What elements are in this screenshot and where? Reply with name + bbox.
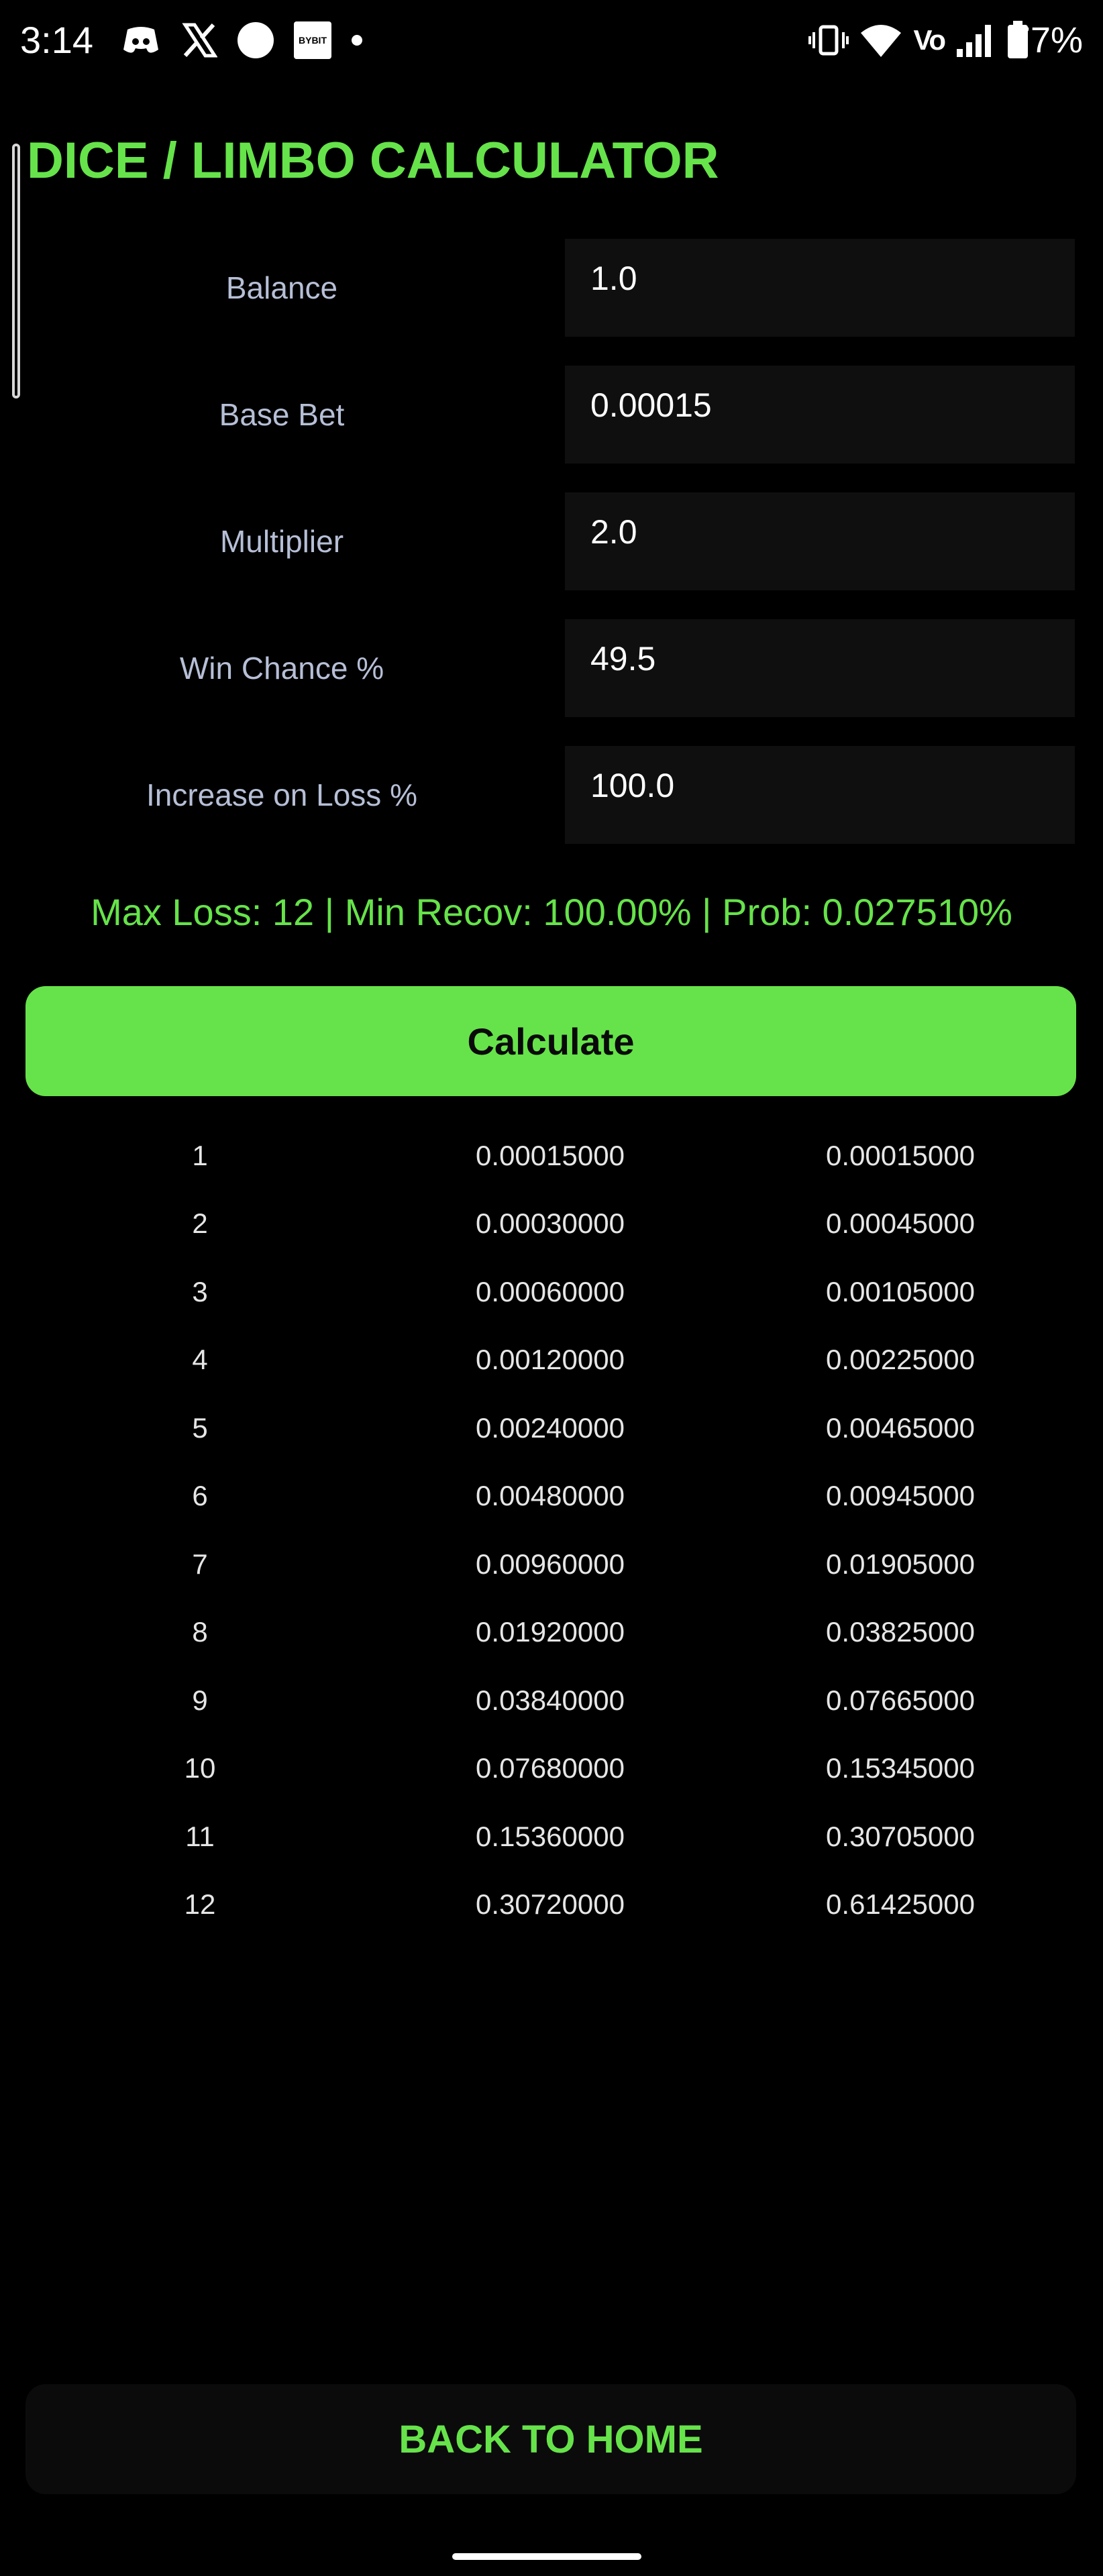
total-cell: 0.00015000 xyxy=(826,1139,975,1171)
status-bar: 3:14 BYBIT Vo 77% xyxy=(0,0,1103,80)
step-cell: 6 xyxy=(192,1480,208,1512)
step-cell: 7 xyxy=(192,1548,208,1580)
total-cell: 0.30705000 xyxy=(826,1820,975,1852)
back-to-home-button[interactable]: BACK TO HOME xyxy=(25,2384,1076,2494)
base-bet-row: Base Bet xyxy=(0,366,1103,464)
signal-icon xyxy=(955,22,996,58)
notification-icons: BYBIT xyxy=(121,17,362,63)
table-row: 8 0.01920000 0.03825000 xyxy=(0,1599,1103,1667)
calculate-button[interactable]: Calculate xyxy=(25,986,1076,1096)
multiplier-input[interactable] xyxy=(565,492,1075,590)
table-row: 5 0.00240000 0.00465000 xyxy=(0,1394,1103,1462)
bet-cell: 0.30720000 xyxy=(476,1888,625,1921)
bet-cell: 0.00480000 xyxy=(476,1480,625,1512)
win-chance-input[interactable] xyxy=(565,619,1075,717)
bet-cell: 0.15360000 xyxy=(476,1820,625,1852)
gesture-navigation-bar[interactable] xyxy=(452,2553,641,2560)
step-cell: 2 xyxy=(192,1208,208,1240)
total-cell: 0.00465000 xyxy=(826,1411,975,1444)
increase-on-loss-row: Increase on Loss % xyxy=(0,746,1103,844)
multiplier-row: Multiplier xyxy=(0,492,1103,590)
win-chance-label: Win Chance % xyxy=(179,651,384,686)
increase-on-loss-input[interactable] xyxy=(565,746,1075,844)
total-cell: 0.00945000 xyxy=(826,1480,975,1512)
system-icons: Vo xyxy=(808,17,1029,63)
step-cell: 1 xyxy=(192,1139,208,1171)
total-cell: 0.61425000 xyxy=(826,1888,975,1921)
x-icon xyxy=(181,22,217,58)
step-cell: 5 xyxy=(192,1411,208,1444)
bet-cell: 0.00060000 xyxy=(476,1275,625,1307)
bet-cell: 0.01920000 xyxy=(476,1616,625,1648)
circle-icon xyxy=(238,22,274,58)
battery-percent: 77% xyxy=(1010,20,1083,60)
summary-text: Max Loss: 12 | Min Recov: 100.00% | Prob… xyxy=(91,891,1012,933)
table-row: 10 0.07680000 0.15345000 xyxy=(0,1735,1103,1803)
increase-on-loss-label: Increase on Loss % xyxy=(146,777,417,812)
table-row: 6 0.00480000 0.00945000 xyxy=(0,1462,1103,1531)
volte-icon: Vo xyxy=(913,24,946,56)
step-cell: 9 xyxy=(192,1684,208,1716)
table-row: 3 0.00060000 0.00105000 xyxy=(0,1258,1103,1326)
results-table: 1 0.00015000 0.00015000 2 0.00030000 0.0… xyxy=(0,1122,1103,1939)
table-row: 11 0.15360000 0.30705000 xyxy=(0,1803,1103,1871)
bet-cell: 0.00960000 xyxy=(476,1548,625,1580)
total-cell: 0.07665000 xyxy=(826,1684,975,1716)
dot-icon xyxy=(352,35,362,46)
bet-cell: 0.00030000 xyxy=(476,1208,625,1240)
step-cell: 12 xyxy=(184,1888,216,1921)
step-cell: 8 xyxy=(192,1616,208,1648)
balance-label: Balance xyxy=(225,270,338,305)
status-time: 3:14 xyxy=(20,19,93,61)
multiplier-label: Multiplier xyxy=(219,524,344,559)
bet-cell: 0.00015000 xyxy=(476,1139,625,1171)
base-bet-label: Base Bet xyxy=(219,397,345,432)
step-cell: 4 xyxy=(192,1344,208,1376)
balance-row: Balance xyxy=(0,239,1103,337)
table-row: 12 0.30720000 0.61425000 xyxy=(0,1871,1103,1939)
total-cell: 0.00225000 xyxy=(826,1344,975,1376)
bet-cell: 0.00120000 xyxy=(476,1344,625,1376)
base-bet-input[interactable] xyxy=(565,366,1075,464)
total-cell: 0.01905000 xyxy=(826,1548,975,1580)
bet-cell: 0.00240000 xyxy=(476,1411,625,1444)
bet-cell: 0.03840000 xyxy=(476,1684,625,1716)
page-title: DICE / LIMBO CALCULATOR xyxy=(27,132,719,189)
win-chance-row: Win Chance % xyxy=(0,619,1103,717)
table-row: 4 0.00120000 0.00225000 xyxy=(0,1326,1103,1395)
bybit-icon: BYBIT xyxy=(294,21,331,59)
total-cell: 0.03825000 xyxy=(826,1616,975,1648)
step-cell: 3 xyxy=(192,1275,208,1307)
vibrate-icon xyxy=(808,23,849,58)
wifi-icon xyxy=(859,22,902,58)
bet-cell: 0.07680000 xyxy=(476,1752,625,1784)
table-row: 1 0.00015000 0.00015000 xyxy=(0,1122,1103,1190)
balance-input[interactable] xyxy=(565,239,1075,337)
total-cell: 0.00105000 xyxy=(826,1275,975,1307)
discord-icon xyxy=(121,24,161,56)
step-cell: 11 xyxy=(185,1820,215,1852)
table-row: 7 0.00960000 0.01905000 xyxy=(0,1530,1103,1599)
table-row: 2 0.00030000 0.00045000 xyxy=(0,1190,1103,1258)
total-cell: 0.15345000 xyxy=(826,1752,975,1784)
table-row: 9 0.03840000 0.07665000 xyxy=(0,1666,1103,1735)
step-cell: 10 xyxy=(184,1752,216,1784)
total-cell: 0.00045000 xyxy=(826,1208,975,1240)
